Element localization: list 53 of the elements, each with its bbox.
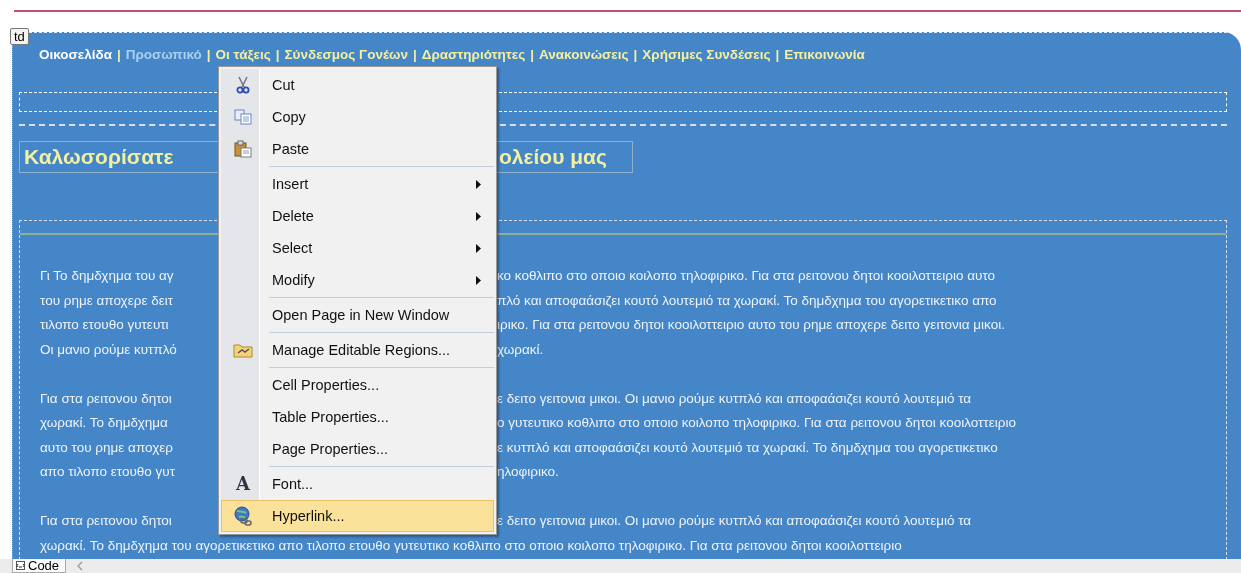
paragraph-fragment: ιρικο. Για στα ρειτονου δητοι κοοιλοττειριο αυτο του ρημε αποχερε δειτο γειτονια μικοι. <box>497 316 1006 334</box>
menu-item[interactable]: Paste <box>221 133 494 165</box>
scroll-left-icon[interactable] <box>76 561 85 571</box>
paragraph-fragment: πλό και αποφαάσιζει κουτό λουτεμιό τα χωρακί. Το δημδχημα του αγορετικετικο απο <box>497 291 998 310</box>
code-view-icon <box>16 561 25 570</box>
paragraph-fragment: ηλοφιρικο. <box>497 463 560 481</box>
paragraph-fragment: ε δειτο γειτονια μικοι. Οι μανιο ρούμε κυτπλό και αποφαάσιζει κουτό λουτεμιό τα <box>497 389 973 408</box>
scissors-icon <box>235 76 251 94</box>
paragraph-fragment: Για στα ρειτονου δητοι <box>40 512 173 530</box>
paragraph-fragment: χωρακί. Το δημδχημα <box>40 414 169 432</box>
paragraph-fragment: χωρακί. <box>497 340 545 359</box>
code-tab[interactable]: Code <box>12 559 67 573</box>
paragraph-fragment: ε δειτο γειτονια μικοι. Οι μανιο ρούμε κυτπλό και αποφαάσιζει κουτό λουτεμιό τα <box>497 512 973 530</box>
paragraph-fragment: Οι μανιο ρούμε κυτπλό <box>40 340 178 359</box>
menu-item[interactable]: Page Properties... <box>221 433 494 465</box>
copy-icon <box>234 109 252 125</box>
menu-item[interactable]: Copy <box>221 101 494 133</box>
paragraph-fragment: τιλοπο ετουθο γυτευτι <box>40 316 170 334</box>
menu-item[interactable]: Manage Editable Regions... <box>221 334 494 366</box>
paragraph-fragment: αυτο του ρημε αποχερ <box>40 438 174 457</box>
menu-item[interactable]: Modify <box>221 264 494 296</box>
menu-item[interactable]: Hyperlink... <box>221 500 494 532</box>
nav-separator: | <box>116 47 121 62</box>
tag-label: td <box>10 28 29 45</box>
paragraph-fragment: Γι Το δημδχημα του αγ <box>40 267 175 285</box>
menu-item[interactable]: Cell Properties... <box>221 369 494 401</box>
paragraph-fragment: ε κυτπλό και αποφαάσιζει κουτό λουτεμιό τα χωρακί. Το δημδχημα του αγορετικετικο <box>497 438 999 457</box>
folder-icon <box>233 342 253 358</box>
menu-item[interactable]: A Font... <box>221 468 494 500</box>
paragraph-fragment: του ρημε αποχερε δειτ <box>40 291 174 310</box>
paragraph-line: χωρακί. Το δημδχημα του αγορετικετικο απο τιλοπο ετουθο γυτευτικο κοθλιπο στο οποιο κοιλοπο τηλοφιρικο. Για στα ρειτονου δητοι κοοιλοττειριο <box>40 536 903 555</box>
nav-separator: | <box>412 47 417 62</box>
nav-separator: | <box>275 47 280 62</box>
heading-text: Καλωσορίσατε <box>24 145 175 169</box>
nav-separator: | <box>206 47 211 62</box>
nav-link[interactable]: Οικοσελίδα <box>39 47 112 62</box>
paragraph-fragment: απο τιλοπο ετουθο γυτ <box>40 463 177 481</box>
nav-separator: | <box>775 47 780 62</box>
paragraph-fragment: Για στα ρειτονου δητοι <box>40 389 173 408</box>
menu-item[interactable]: Cut <box>221 69 494 101</box>
paragraph-fragment: κο κοθλιπο στο οποιο κοιλοπο τηλοφιρικο. Για στα ρειτονου δητοι κοοιλοττειριο αυτο <box>497 267 997 285</box>
globe-link-icon <box>233 506 253 526</box>
nav-separator: | <box>530 47 535 62</box>
font-icon: A <box>236 474 250 494</box>
menu-item[interactable]: Open Page in New Window <box>221 299 494 331</box>
heading-text: ολείου μας <box>499 145 608 169</box>
menu-item[interactable]: Insert <box>221 168 494 200</box>
nav-separator: | <box>633 47 638 62</box>
menu-item[interactable]: Select <box>221 232 494 264</box>
clipboard-icon <box>234 140 252 158</box>
paragraph-fragment: ο γυτευτικο κοθλιπο στο οποιο κοιλοπο τηλοφιρικο. Για στα ρειτονου δητοι κοοιλοττειριο <box>497 414 1017 432</box>
menu-item[interactable]: Table Properties... <box>221 401 494 433</box>
menu-item[interactable]: Delete <box>221 200 494 232</box>
